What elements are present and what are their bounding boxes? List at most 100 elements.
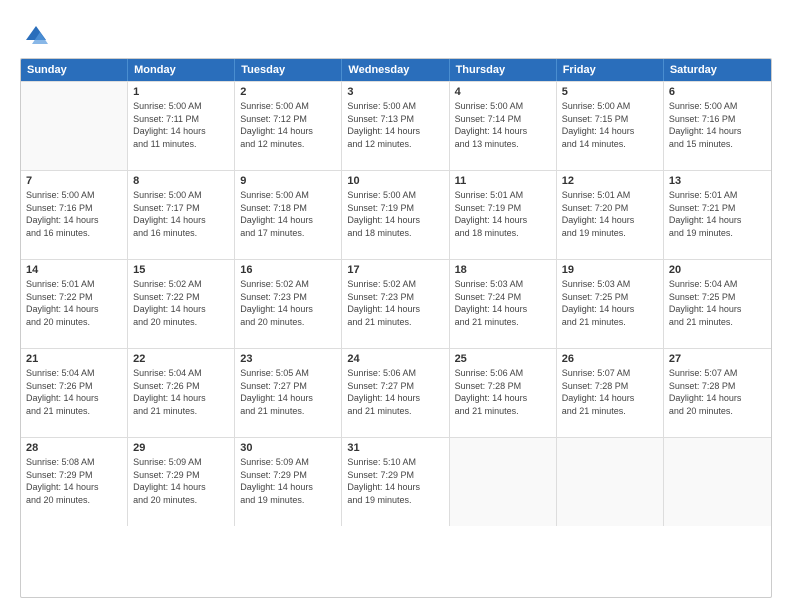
day-info: Sunrise: 5:00 AM Sunset: 7:14 PM Dayligh… — [455, 100, 551, 150]
cal-cell: 15 Sunrise: 5:02 AM Sunset: 7:22 PM Dayli… — [128, 260, 235, 348]
cal-cell — [664, 438, 771, 526]
cal-header-cell: Monday — [128, 59, 235, 81]
cal-cell: 28Sunrise: 5:08 AM Sunset: 7:29 PM Dayli… — [21, 438, 128, 526]
day-info: Sunrise: 5:04 AM Sunset: 7:25 PM Dayligh… — [669, 278, 766, 328]
cal-header-cell: Wednesday — [342, 59, 449, 81]
cal-cell: 17Sunrise: 5:02 AM Sunset: 7:23 PM Dayli… — [342, 260, 449, 348]
cal-cell: 29 Sunrise: 5:09 AM Sunset: 7:29 PM Dayli… — [128, 438, 235, 526]
cal-week-row: 14 Sunrise: 5:01 AM Sunset: 7:22 PM Dayli… — [21, 259, 771, 348]
day-info: Sunrise: 5:00 AM Sunset: 7:15 PM Dayligh… — [562, 100, 658, 150]
cal-cell: 30 Sunrise: 5:09 AM Sunset: 7:29 PM Dayli… — [235, 438, 342, 526]
cal-header-cell: Thursday — [450, 59, 557, 81]
day-info: Sunrise: 5:10 AM Sunset: 7:29 PM Dayligh… — [347, 456, 443, 506]
cal-cell: 1 Sunrise: 5:00 AM Sunset: 7:11 PM Daylig… — [128, 82, 235, 170]
day-info: Sunrise: 5:00 AM Sunset: 7:12 PM Dayligh… — [240, 100, 336, 150]
cal-cell: 14 Sunrise: 5:01 AM Sunset: 7:22 PM Dayli… — [21, 260, 128, 348]
day-info: Sunrise: 5:06 AM Sunset: 7:28 PM Dayligh… — [455, 367, 551, 417]
day-number: 18 — [455, 264, 551, 276]
day-number: 14 — [26, 264, 122, 276]
cal-cell: 12Sunrise: 5:01 AM Sunset: 7:20 PM Dayli… — [557, 171, 664, 259]
day-number: 21 — [26, 353, 122, 365]
cal-cell: 11 Sunrise: 5:01 AM Sunset: 7:19 PM Dayli… — [450, 171, 557, 259]
day-info: Sunrise: 5:04 AM Sunset: 7:26 PM Dayligh… — [133, 367, 229, 417]
day-number: 20 — [669, 264, 766, 276]
day-number: 1 — [133, 86, 229, 98]
day-info: Sunrise: 5:00 AM Sunset: 7:16 PM Dayligh… — [26, 189, 122, 239]
day-number: 9 — [240, 175, 336, 187]
cal-week-row: 1 Sunrise: 5:00 AM Sunset: 7:11 PM Daylig… — [21, 81, 771, 170]
cal-header-cell: Sunday — [21, 59, 128, 81]
day-number: 11 — [455, 175, 551, 187]
cal-cell: 3 Sunrise: 5:00 AM Sunset: 7:13 PM Daylig… — [342, 82, 449, 170]
day-info: Sunrise: 5:00 AM Sunset: 7:19 PM Dayligh… — [347, 189, 443, 239]
day-number: 16 — [240, 264, 336, 276]
day-number: 19 — [562, 264, 658, 276]
cal-week-row: 21 Sunrise: 5:04 AM Sunset: 7:26 PM Dayli… — [21, 348, 771, 437]
cal-cell: 31 Sunrise: 5:10 AM Sunset: 7:29 PM Dayli… — [342, 438, 449, 526]
cal-cell: 10 Sunrise: 5:00 AM Sunset: 7:19 PM Dayli… — [342, 171, 449, 259]
cal-cell: 23 Sunrise: 5:05 AM Sunset: 7:27 PM Dayli… — [235, 349, 342, 437]
day-number: 13 — [669, 175, 766, 187]
day-info: Sunrise: 5:06 AM Sunset: 7:27 PM Dayligh… — [347, 367, 443, 417]
day-number: 8 — [133, 175, 229, 187]
cal-cell: 19 Sunrise: 5:03 AM Sunset: 7:25 PM Dayli… — [557, 260, 664, 348]
day-number: 23 — [240, 353, 336, 365]
day-number: 30 — [240, 442, 336, 454]
day-number: 25 — [455, 353, 551, 365]
day-number: 31 — [347, 442, 443, 454]
day-number: 3 — [347, 86, 443, 98]
day-info: Sunrise: 5:02 AM Sunset: 7:23 PM Dayligh… — [240, 278, 336, 328]
cal-cell: 2 Sunrise: 5:00 AM Sunset: 7:12 PM Daylig… — [235, 82, 342, 170]
day-number: 4 — [455, 86, 551, 98]
day-info: Sunrise: 5:01 AM Sunset: 7:20 PM Dayligh… — [562, 189, 658, 239]
day-info: Sunrise: 5:00 AM Sunset: 7:17 PM Dayligh… — [133, 189, 229, 239]
logo — [20, 22, 52, 50]
day-number: 22 — [133, 353, 229, 365]
calendar-header-row: SundayMondayTuesdayWednesdayThursdayFrid… — [21, 59, 771, 81]
cal-cell: 7Sunrise: 5:00 AM Sunset: 7:16 PM Daylig… — [21, 171, 128, 259]
cal-cell — [557, 438, 664, 526]
cal-week-row: 28Sunrise: 5:08 AM Sunset: 7:29 PM Dayli… — [21, 437, 771, 526]
day-info: Sunrise: 5:00 AM Sunset: 7:11 PM Dayligh… — [133, 100, 229, 150]
day-number: 27 — [669, 353, 766, 365]
logo-icon — [20, 22, 48, 50]
day-number: 28 — [26, 442, 122, 454]
calendar-body: 1 Sunrise: 5:00 AM Sunset: 7:11 PM Daylig… — [21, 81, 771, 526]
day-info: Sunrise: 5:01 AM Sunset: 7:21 PM Dayligh… — [669, 189, 766, 239]
day-info: Sunrise: 5:07 AM Sunset: 7:28 PM Dayligh… — [562, 367, 658, 417]
day-info: Sunrise: 5:01 AM Sunset: 7:19 PM Dayligh… — [455, 189, 551, 239]
cal-cell: 16 Sunrise: 5:02 AM Sunset: 7:23 PM Dayli… — [235, 260, 342, 348]
day-info: Sunrise: 5:03 AM Sunset: 7:25 PM Dayligh… — [562, 278, 658, 328]
day-info: Sunrise: 5:01 AM Sunset: 7:22 PM Dayligh… — [26, 278, 122, 328]
cal-cell: 27Sunrise: 5:07 AM Sunset: 7:28 PM Dayli… — [664, 349, 771, 437]
day-number: 2 — [240, 86, 336, 98]
day-info: Sunrise: 5:00 AM Sunset: 7:18 PM Dayligh… — [240, 189, 336, 239]
cal-cell: 25 Sunrise: 5:06 AM Sunset: 7:28 PM Dayli… — [450, 349, 557, 437]
cal-cell: 24 Sunrise: 5:06 AM Sunset: 7:27 PM Dayli… — [342, 349, 449, 437]
cal-cell — [450, 438, 557, 526]
day-info: Sunrise: 5:00 AM Sunset: 7:13 PM Dayligh… — [347, 100, 443, 150]
cal-week-row: 7Sunrise: 5:00 AM Sunset: 7:16 PM Daylig… — [21, 170, 771, 259]
day-number: 5 — [562, 86, 658, 98]
day-number: 15 — [133, 264, 229, 276]
day-number: 24 — [347, 353, 443, 365]
cal-cell: 13 Sunrise: 5:01 AM Sunset: 7:21 PM Dayli… — [664, 171, 771, 259]
day-info: Sunrise: 5:09 AM Sunset: 7:29 PM Dayligh… — [133, 456, 229, 506]
cal-cell — [21, 82, 128, 170]
day-number: 26 — [562, 353, 658, 365]
day-number: 10 — [347, 175, 443, 187]
cal-cell: 9 Sunrise: 5:00 AM Sunset: 7:18 PM Daylig… — [235, 171, 342, 259]
calendar: SundayMondayTuesdayWednesdayThursdayFrid… — [20, 58, 772, 598]
cal-header-cell: Friday — [557, 59, 664, 81]
day-info: Sunrise: 5:09 AM Sunset: 7:29 PM Dayligh… — [240, 456, 336, 506]
cal-cell: 22 Sunrise: 5:04 AM Sunset: 7:26 PM Dayli… — [128, 349, 235, 437]
header — [20, 18, 772, 50]
cal-header-cell: Saturday — [664, 59, 771, 81]
page: SundayMondayTuesdayWednesdayThursdayFrid… — [0, 0, 792, 612]
day-info: Sunrise: 5:02 AM Sunset: 7:22 PM Dayligh… — [133, 278, 229, 328]
day-number: 29 — [133, 442, 229, 454]
cal-cell: 18Sunrise: 5:03 AM Sunset: 7:24 PM Dayli… — [450, 260, 557, 348]
cal-cell: 5 Sunrise: 5:00 AM Sunset: 7:15 PM Daylig… — [557, 82, 664, 170]
day-number: 6 — [669, 86, 766, 98]
day-info: Sunrise: 5:05 AM Sunset: 7:27 PM Dayligh… — [240, 367, 336, 417]
